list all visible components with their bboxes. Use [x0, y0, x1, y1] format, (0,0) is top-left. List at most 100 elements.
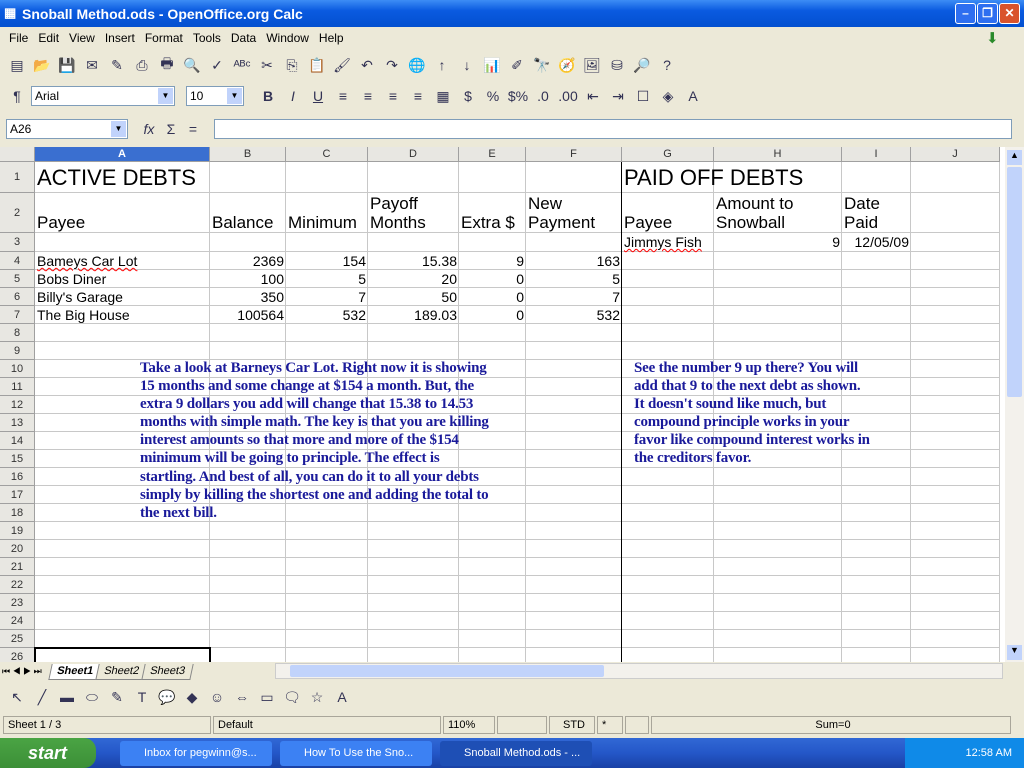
download-icon[interactable]: ⬇ [986, 29, 999, 47]
help-icon[interactable]: ? [656, 54, 678, 76]
fontwork-icon[interactable]: A [331, 686, 353, 708]
row-header-17[interactable]: 17 [0, 486, 35, 504]
symbol-shapes-icon[interactable]: ☺ [206, 686, 228, 708]
tab-sheet3[interactable]: Sheet3 [141, 663, 194, 680]
italic-icon[interactable]: I [282, 85, 304, 107]
row-header-15[interactable]: 15 [0, 450, 35, 468]
ellipse-icon[interactable]: ⬭ [81, 686, 103, 708]
row-header-13[interactable]: 13 [0, 414, 35, 432]
header-minimum[interactable]: Minimum [286, 193, 368, 233]
formula-input[interactable] [214, 119, 1012, 139]
merge-cells-icon[interactable]: ▦ [432, 85, 454, 107]
debt-cell[interactable]: 532 [526, 306, 622, 324]
font-name-select[interactable]: Arial ▼ [31, 86, 175, 106]
row-header-12[interactable]: 12 [0, 396, 35, 414]
debt-cell[interactable]: 15.38 [368, 252, 459, 270]
row-header-10[interactable]: 10 [0, 360, 35, 378]
row-header-3[interactable]: 3 [0, 233, 35, 252]
menu-insert[interactable]: Insert [100, 31, 140, 45]
currency-icon[interactable]: $ [457, 85, 479, 107]
block-arrows-icon[interactable]: ⇔ [231, 686, 253, 708]
header-new-payment[interactable]: New Payment [526, 193, 622, 233]
row-header-1[interactable]: 1 [0, 162, 35, 193]
flowchart-icon[interactable]: ▭ [256, 686, 278, 708]
percent-icon[interactable]: % [482, 85, 504, 107]
row-header-24[interactable]: 24 [0, 612, 35, 630]
row-header-21[interactable]: 21 [0, 558, 35, 576]
debt-cell[interactable]: The Big House [35, 306, 210, 324]
spellcheck-icon[interactable]: ✓ [206, 54, 228, 76]
debt-cell[interactable]: 100 [210, 270, 286, 288]
export-pdf-icon[interactable]: ⎙ [131, 54, 153, 76]
redo-icon[interactable]: ↷ [381, 54, 403, 76]
cell-g1[interactable]: PAID OFF DEBTS [622, 162, 803, 193]
column-header-a[interactable]: A [35, 147, 210, 162]
sort-asc-icon[interactable]: ↑ [431, 54, 453, 76]
name-box[interactable]: A26 ▼ [6, 119, 128, 139]
menu-help[interactable]: Help [314, 31, 349, 45]
stars-icon[interactable]: ☆ [306, 686, 328, 708]
tab-sheet1[interactable]: Sheet1 [48, 663, 102, 680]
debt-cell[interactable]: 532 [286, 306, 368, 324]
autospell-icon[interactable]: ᴬᴮᶜ [231, 54, 253, 76]
debt-cell[interactable]: Bameys Car Lot [35, 252, 210, 270]
paste-icon[interactable]: 📋 [306, 54, 328, 76]
menu-window[interactable]: Window [261, 31, 314, 45]
paid-cell[interactable]: 12/05/09 [842, 233, 911, 252]
debt-cell[interactable]: 100564 [210, 306, 286, 324]
row-header-4[interactable]: 4 [0, 252, 35, 270]
header-extra-[interactable]: Extra $ [459, 193, 526, 233]
equals-icon[interactable]: = [182, 118, 204, 140]
align-left-icon[interactable]: ≡ [332, 85, 354, 107]
freeform-icon[interactable]: ✎ [106, 686, 128, 708]
paid-header-payee[interactable]: Payee [622, 193, 714, 233]
print-icon[interactable]: 🖶 [156, 54, 178, 76]
row-header-22[interactable]: 22 [0, 576, 35, 594]
select-icon[interactable]: ↖ [6, 686, 28, 708]
function-wizard-icon[interactable]: fx [138, 118, 160, 140]
debt-cell[interactable]: 50 [368, 288, 459, 306]
menu-data[interactable]: Data [226, 31, 261, 45]
zoom-icon[interactable]: 🔎 [631, 54, 653, 76]
task-how-to[interactable]: How To Use the Sno... [280, 741, 432, 766]
row-header-18[interactable]: 18 [0, 504, 35, 522]
cell-a1[interactable]: ACTIVE DEBTS [35, 162, 210, 193]
task-snoball[interactable]: Snoball Method.ods - ... [440, 741, 592, 766]
callouts-icon[interactable]: 🗨 [281, 686, 303, 708]
paid-cell[interactable]: Jimmys Fish [622, 233, 714, 252]
bold-icon[interactable]: B [257, 85, 279, 107]
column-header-i[interactable]: I [842, 147, 911, 162]
tab-navigation-icons[interactable]: ⏮ ◀ ▶ ⏭ [0, 666, 44, 677]
rectangle-icon[interactable]: ▬ [56, 686, 78, 708]
edit-file-icon[interactable]: ✎ [106, 54, 128, 76]
basic-shapes-icon[interactable]: ◆ [181, 686, 203, 708]
column-header-d[interactable]: D [368, 147, 459, 162]
row-header-7[interactable]: 7 [0, 306, 35, 324]
hyperlink-icon[interactable]: 🌐 [406, 54, 428, 76]
scroll-thumb[interactable] [290, 665, 604, 677]
column-header-b[interactable]: B [210, 147, 286, 162]
undo-icon[interactable]: ↶ [356, 54, 378, 76]
column-header-g[interactable]: G [622, 147, 714, 162]
preview-icon[interactable]: 🔍 [181, 54, 203, 76]
data-sources-icon[interactable]: ⛁ [606, 54, 628, 76]
row-header-25[interactable]: 25 [0, 630, 35, 648]
tab-sheet2[interactable]: Sheet2 [95, 663, 148, 680]
column-header-f[interactable]: F [526, 147, 622, 162]
borders-icon[interactable]: ☐ [632, 85, 654, 107]
zoom-level[interactable]: 110% [443, 715, 495, 734]
task-inbox[interactable]: Inbox for pegwinn@s... [120, 741, 272, 766]
scroll-thumb[interactable] [1007, 167, 1022, 397]
paid-header-amount-to-snowball[interactable]: Amount to Snowball [714, 193, 842, 233]
debt-cell[interactable]: 163 [526, 252, 622, 270]
debt-cell[interactable]: Billy's Garage [35, 288, 210, 306]
scroll-up-icon[interactable]: ▲ [1007, 150, 1022, 165]
note-left[interactable]: Take a look at Barneys Car Lot. Right no… [140, 359, 489, 522]
number-format-icon[interactable]: $% [507, 85, 529, 107]
increase-indent-icon[interactable]: ⇥ [607, 85, 629, 107]
vertical-scrollbar[interactable]: ▲ ▼ [1005, 147, 1024, 662]
header-payoff-months[interactable]: Payoff Months [368, 193, 459, 233]
row-header-8[interactable]: 8 [0, 324, 35, 342]
column-header-e[interactable]: E [459, 147, 526, 162]
align-right-icon[interactable]: ≡ [382, 85, 404, 107]
